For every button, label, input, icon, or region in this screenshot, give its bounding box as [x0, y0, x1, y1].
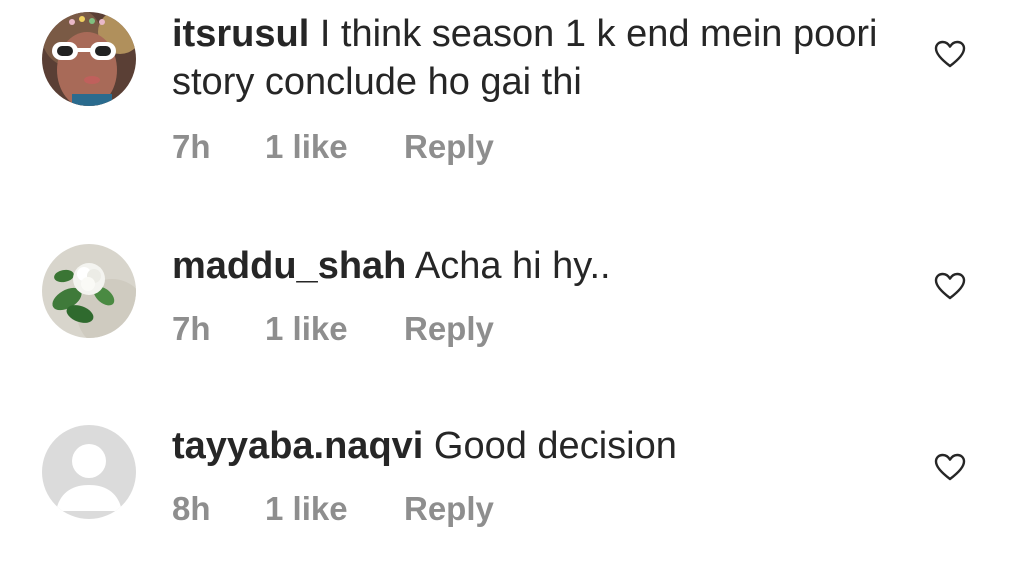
comment-likes[interactable]: 1 like	[265, 490, 348, 528]
comment-username[interactable]: maddu_shah	[172, 245, 406, 287]
comment-likes[interactable]: 1 like	[265, 310, 348, 348]
profile-photo-sunglasses-icon	[42, 12, 136, 106]
comment-username[interactable]: itsrusul	[172, 13, 309, 55]
reply-button[interactable]: Reply	[404, 128, 494, 166]
comment-text-block: tayyaba.naqvi Good decision	[172, 422, 892, 470]
comment-time: 7h	[172, 310, 211, 347]
comment-body: Good decision	[433, 425, 677, 467]
avatar[interactable]	[42, 425, 136, 519]
avatar[interactable]	[42, 12, 136, 106]
heart-outline-icon[interactable]	[934, 272, 966, 300]
reply-button[interactable]: Reply	[404, 310, 494, 348]
comment-likes[interactable]: 1 like	[265, 128, 348, 166]
heart-outline-icon[interactable]	[934, 453, 966, 481]
heart-outline-icon[interactable]	[934, 40, 966, 68]
default-profile-icon	[42, 425, 136, 519]
avatar[interactable]	[42, 244, 136, 338]
comment-text-block: itsrusul I think season 1 k end mein poo…	[172, 10, 892, 106]
reply-button[interactable]: Reply	[404, 490, 494, 528]
comment-time: 8h	[172, 490, 211, 527]
comment-body: Acha hi hy..	[414, 245, 611, 287]
profile-photo-flower-icon	[42, 244, 136, 338]
comment-text-block: maddu_shah Acha hi hy..	[172, 242, 892, 290]
comment-time: 7h	[172, 128, 211, 165]
comment-username[interactable]: tayyaba.naqvi	[172, 425, 423, 467]
